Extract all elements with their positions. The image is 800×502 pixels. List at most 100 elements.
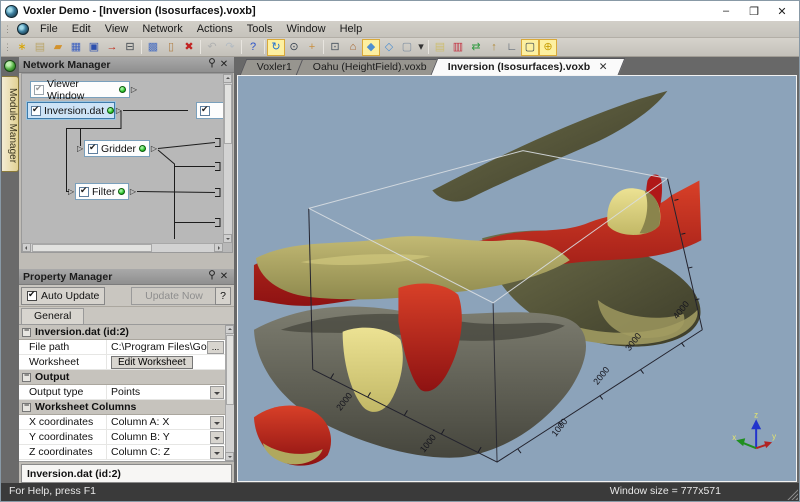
dropdown-icon[interactable] [210, 416, 224, 429]
update-now-button[interactable]: Update Now [131, 287, 217, 305]
pin-icon[interactable] [206, 58, 218, 71]
maximize-icon[interactable]: ❐ [747, 5, 761, 18]
grid-vscrollbar[interactable] [225, 325, 234, 461]
pin-icon[interactable] [206, 270, 218, 283]
section-row[interactable]: Output [19, 370, 225, 385]
module-manager-tab[interactable]: Module Manager [2, 76, 19, 172]
checkbox-icon[interactable] [34, 85, 44, 95]
network-hscrollbar[interactable] [22, 243, 223, 252]
output-port-icon[interactable] [116, 106, 122, 115]
rotate-view-button[interactable]: ↻ [267, 39, 285, 56]
node-partial[interactable] [196, 102, 225, 119]
orthographic-view-button[interactable]: ◇ [380, 39, 398, 56]
input-port-icon[interactable] [77, 144, 83, 153]
menu-edit[interactable]: Edit [65, 22, 98, 36]
input-port-icon[interactable] [68, 187, 74, 196]
tab-close-icon[interactable]: ✕ [599, 59, 608, 75]
scroll-down-icon[interactable] [223, 234, 232, 243]
panel-close-icon[interactable]: ✕ [218, 59, 230, 70]
dropdown-icon[interactable] [210, 431, 224, 444]
copy-button[interactable]: ▩ [144, 39, 162, 56]
new-network-button[interactable]: ∗ [13, 39, 31, 56]
menu-tools[interactable]: Tools [240, 22, 280, 36]
menu-help[interactable]: Help [333, 22, 370, 36]
toolbar-grip2[interactable]: ⋮ [1, 42, 13, 53]
open-button[interactable]: ▰ [49, 39, 67, 56]
menu-file[interactable]: File [33, 22, 65, 36]
node-filter[interactable]: Filter [75, 183, 129, 200]
tab-oahu[interactable]: Oahu (HeightField).voxb [296, 59, 444, 75]
undo-button[interactable]: ↶ [203, 39, 221, 56]
wireframe-view-button[interactable]: ▢ [398, 39, 416, 56]
paste-button[interactable]: ▯ [162, 39, 180, 56]
node-viewer-window[interactable]: Viewer Window [30, 81, 130, 98]
redo-button[interactable]: ↷ [221, 39, 239, 56]
menu-network[interactable]: Network [135, 22, 189, 36]
edit-worksheet-button[interactable]: Edit Worksheet [111, 356, 193, 369]
show-axes-button[interactable]: ∟ [503, 39, 521, 56]
perspective-view-button[interactable]: ◆ [362, 39, 380, 56]
node-inversion-dat[interactable]: Inversion.dat [27, 102, 115, 119]
open-icon: ▰ [54, 42, 62, 53]
select-points-button[interactable]: ▢ [521, 39, 539, 56]
output-port-icon[interactable] [151, 144, 157, 153]
collapse-icon[interactable] [22, 328, 31, 337]
browse-button[interactable]: ... [207, 341, 224, 354]
section-row[interactable]: Inversion.dat (id:2) [19, 325, 225, 340]
module-library-button[interactable]: ▥ [449, 39, 467, 56]
move-up-button[interactable]: ↑ [485, 39, 503, 56]
checkbox-icon[interactable] [200, 106, 210, 116]
checkbox-icon[interactable] [88, 144, 98, 154]
panel-close-icon[interactable]: ✕ [218, 271, 230, 282]
print-button[interactable]: ⊟ [121, 39, 139, 56]
checkbox-icon[interactable] [27, 291, 37, 301]
minimize-icon[interactable]: – [719, 5, 733, 18]
delete-button[interactable]: ✖ [180, 39, 198, 56]
resize-grip[interactable] [786, 488, 798, 500]
pan-tool-button[interactable]: + [303, 39, 321, 56]
checkbox-icon[interactable] [31, 106, 41, 116]
import-button[interactable]: ▣ [85, 39, 103, 56]
add-annotation-button[interactable]: ⊕ [539, 39, 557, 56]
scroll-up-icon[interactable] [225, 325, 234, 334]
dropdown-icon[interactable] [210, 446, 224, 459]
zoom-extents-button[interactable]: ⊡ [326, 39, 344, 56]
scroll-up-icon[interactable] [223, 74, 232, 83]
close-icon[interactable]: ✕ [775, 5, 789, 18]
network-canvas[interactable]: Viewer Window Inversion.dat Gridder [21, 73, 233, 253]
checkbox-icon[interactable] [79, 187, 89, 197]
scroll-right-icon[interactable] [214, 243, 223, 252]
view-options-dropdown-button[interactable]: ▾ [416, 39, 426, 56]
menu-view[interactable]: View [98, 22, 136, 36]
context-help-button[interactable]: ? [244, 39, 262, 56]
scroll-thumb[interactable] [32, 244, 152, 252]
menu-window[interactable]: Window [279, 22, 332, 36]
refresh-modules-button[interactable]: ⇄ [467, 39, 485, 56]
scroll-thumb[interactable] [226, 335, 234, 405]
copy-view-button[interactable]: ▤ [431, 39, 449, 56]
toolbar-grip[interactable]: ⋮ [1, 24, 13, 35]
refresh-modules-icon: ⇄ [471, 42, 480, 53]
menu-actions[interactable]: Actions [190, 22, 240, 36]
scroll-thumb[interactable] [224, 84, 232, 144]
viewport-3d[interactable]: 2000 1000 1000 2000 3000 4000 [237, 75, 797, 482]
section-row[interactable]: Worksheet Columns [19, 400, 225, 415]
network-vscrollbar[interactable] [223, 74, 232, 243]
collapse-icon[interactable] [22, 373, 31, 382]
collapse-icon[interactable] [22, 403, 31, 412]
dropdown-icon[interactable] [210, 386, 224, 399]
output-port-icon[interactable] [130, 187, 136, 196]
node-gridder[interactable]: Gridder [84, 140, 150, 157]
scroll-down-icon[interactable] [225, 452, 234, 461]
export-button[interactable]: → [103, 39, 121, 56]
home-view-button[interactable]: ⌂ [344, 39, 362, 56]
scroll-left-icon[interactable] [22, 243, 31, 252]
help-button[interactable]: ? [215, 287, 231, 305]
output-port-icon[interactable] [131, 85, 137, 94]
zoom-tool-button[interactable]: ⊙ [285, 39, 303, 56]
new-document-button[interactable]: ▤ [31, 39, 49, 56]
save-button[interactable]: ▦ [67, 39, 85, 56]
tab-general[interactable]: General [21, 308, 84, 324]
auto-update-toggle[interactable]: Auto Update [21, 287, 105, 305]
tab-inversion[interactable]: Inversion (Isosurfaces).voxb✕ [430, 58, 625, 75]
